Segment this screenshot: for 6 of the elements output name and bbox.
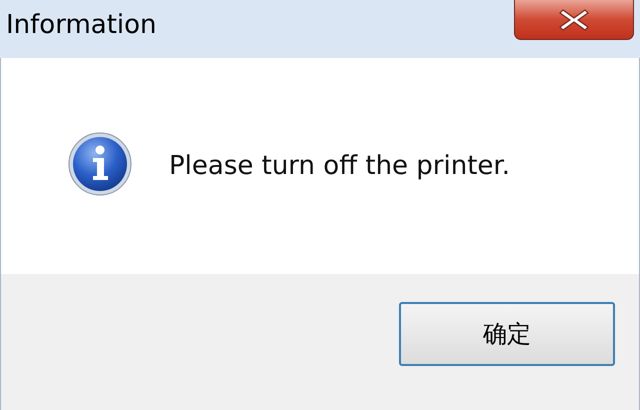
close-button[interactable] [514, 0, 634, 40]
information-icon [67, 131, 133, 197]
ok-button[interactable]: 确定 [399, 302, 615, 366]
message-text: Please turn off the printer. [169, 151, 510, 181]
close-icon [557, 6, 591, 32]
window-title: Information [5, 9, 157, 40]
